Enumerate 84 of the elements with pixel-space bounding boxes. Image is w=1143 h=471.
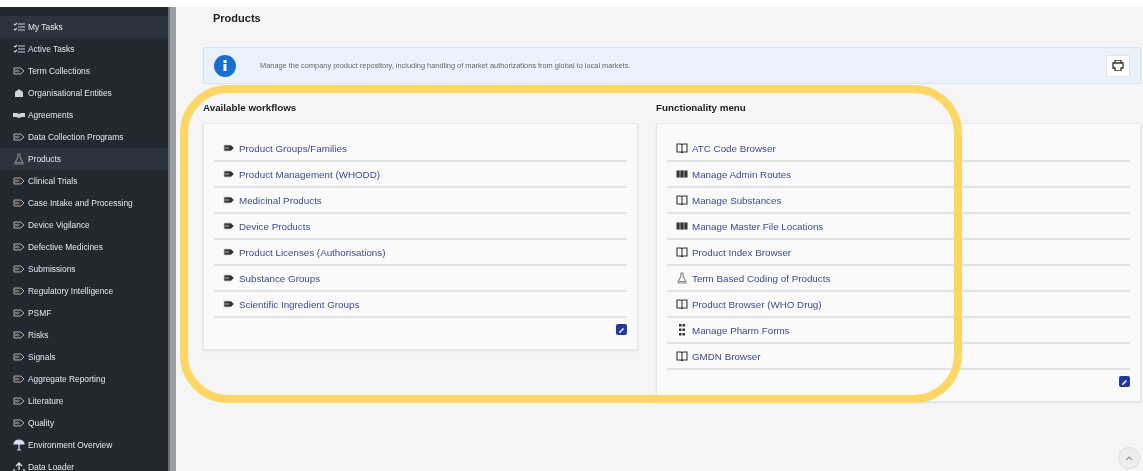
sidebar-item[interactable]: Products [0,148,168,170]
tag-icon [12,287,25,295]
tag-icon [222,222,235,230]
book-icon [675,195,688,205]
tag-icon [12,177,25,185]
tag-icon [222,248,235,256]
sidebar-item[interactable]: Data Collection Programs [0,126,168,148]
tag-icon [222,300,235,308]
sidebar-item[interactable]: Submissions [0,258,168,280]
menu-link[interactable]: Manage Pharm Forms [667,318,1130,344]
book-icon [675,143,688,153]
tag-icon [222,144,235,152]
tag-icon [12,309,25,317]
edit-button[interactable] [616,324,627,335]
caret-up-icon [1125,455,1133,461]
menu-link[interactable]: Medicinal Products [214,188,627,214]
menu-link[interactable]: Product Licenses (Authorisations) [214,240,627,266]
printer-icon [1112,60,1124,71]
tag-icon [12,243,25,251]
book-icon [675,351,688,361]
menu-link[interactable]: Manage Admin Routes [667,162,1130,188]
book-icon [675,247,688,257]
panel-heading: Available workflows [203,102,298,114]
print-button[interactable] [1106,54,1130,77]
menu-link[interactable]: Manage Master File Locations [667,214,1130,240]
building-icon [12,88,25,98]
tag-icon [12,199,25,207]
sidebar-item[interactable]: Device Vigilance [0,214,168,236]
sidebar-item[interactable]: Clinical Trials [0,170,168,192]
sidebar-item[interactable]: Regulatory Intelligence [0,280,168,302]
table-icon [675,170,688,178]
menu-link[interactable]: Scientific Ingredient Groups [214,292,627,318]
sidebar-item[interactable]: My Tasks [0,16,168,38]
flask-icon [675,272,688,284]
tag-icon [12,419,25,427]
tag-icon [222,274,235,282]
menu-link[interactable]: Product Index Browser [667,240,1130,266]
tag-icon [12,397,25,405]
info-icon [214,54,236,77]
pencil-icon [618,326,625,333]
sidebar-item[interactable]: Case Intake and Processing [0,192,168,214]
sidebar-item[interactable]: Literature [0,390,168,412]
sidebar-item[interactable]: Data Loader [0,456,168,471]
table-icon [675,222,688,230]
menu-link[interactable]: Manage Substances [667,188,1130,214]
menu-link[interactable]: ATC Code Browser [667,136,1130,162]
menu-link[interactable]: Device Products [214,214,627,240]
sidebar-item[interactable]: Agreements [0,104,168,126]
tag-icon [12,331,25,339]
sidebar-item[interactable]: Defective Medicines [0,236,168,258]
menu-link[interactable]: GMDN Browser [667,344,1130,370]
tag-icon [12,67,25,75]
tag-icon [222,196,235,204]
tasks-icon [12,22,25,32]
tag-icon [12,353,25,361]
sidebar-item[interactable]: Signals [0,346,168,368]
sidebar-item[interactable]: Risks [0,324,168,346]
tag-icon [12,375,25,383]
scrollbar[interactable] [168,7,176,471]
page-title: Products [213,11,262,26]
menu-link[interactable]: Product Management (WHODD) [214,162,627,188]
tag-icon [222,170,235,178]
edit-button[interactable] [1119,376,1130,387]
panel-heading: Functionality menu [656,102,747,114]
flask-icon [12,153,25,165]
tasks-icon [12,44,25,54]
tag-icon [12,221,25,229]
sidebar-item[interactable]: Organisational Entities [0,82,168,104]
menu-link[interactable]: Term Based Coding of Products [667,266,1130,292]
upload-icon [12,461,25,471]
menu-link[interactable]: Substance Groups [214,266,627,292]
tag-icon [12,133,25,141]
sidebar-item[interactable]: Active Tasks [0,38,168,60]
sidebar-item[interactable]: Environment Overview [0,434,168,456]
pencil-icon [1121,378,1128,385]
menu-link[interactable]: Product Groups/Families [214,136,627,162]
sidebar-item[interactable]: PSMF [0,302,168,324]
book-icon [675,299,688,309]
menu-link[interactable]: Product Browser (WHO Drug) [667,292,1130,318]
tag-icon [12,265,25,273]
handshake-icon [12,111,25,119]
sidebar-item[interactable]: Aggregate Reporting [0,368,168,390]
sidebar-item[interactable]: Term Collections [0,60,168,82]
sidebar-item[interactable]: Quality [0,412,168,434]
